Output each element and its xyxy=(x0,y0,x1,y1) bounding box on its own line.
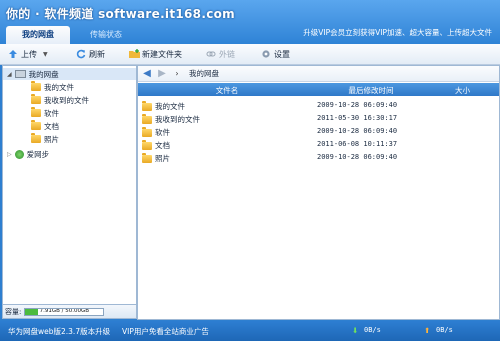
title-bar: 你的 · 软件频道 software.it168.com 我的网盘 传输状态 升… xyxy=(0,0,500,44)
storage-indicator: 容量: 7.91GB / 50.00GB xyxy=(2,304,137,319)
upload-speed: 0B/s xyxy=(436,326,453,334)
modified-time: 2009-10-28 06:09:40 xyxy=(317,153,398,161)
tab-strip: 我的网盘 传输状态 xyxy=(6,26,142,44)
tree-item-my-disk[interactable]: ◢ 我的网盘 xyxy=(3,68,136,80)
refresh-icon xyxy=(76,49,86,59)
file-name: 软件 xyxy=(155,128,170,137)
file-name: 文档 xyxy=(155,141,170,150)
vip-ad-link[interactable]: VIP用户免看全站商业广告 xyxy=(122,326,209,337)
folder-icon xyxy=(31,133,41,143)
link-icon xyxy=(206,49,216,59)
tree-item-received-files[interactable]: 我收到的文件 xyxy=(31,94,89,106)
tree-item-other[interactable]: ▷ 爱网步 xyxy=(3,148,49,160)
settings-label: 设置 xyxy=(274,49,290,59)
back-arrow-icon[interactable]: ◀ xyxy=(141,68,153,80)
tree-label: 爱网步 xyxy=(26,149,50,159)
storage-value: 7.91GB / 50.00GB xyxy=(39,307,90,314)
received-folder-icon xyxy=(142,113,152,124)
expand-icon[interactable]: ▷ xyxy=(7,151,12,158)
toolbar: 上传 ▼ 刷新 新建文件夹 外链 设置 xyxy=(0,44,500,65)
tree-label: 文档 xyxy=(44,121,59,131)
file-name: 我的文件 xyxy=(155,102,185,111)
table-row[interactable]: 我的文件 2009-10-28 06:09:40 xyxy=(138,100,499,112)
chevron-down-icon[interactable]: ▼ xyxy=(43,51,48,58)
upload-icon xyxy=(8,49,18,59)
settings-button[interactable]: 设置 xyxy=(261,48,290,60)
upload-label: 上传 xyxy=(21,49,37,59)
new-folder-button[interactable]: 新建文件夹 xyxy=(129,48,182,60)
chevron-right-icon: › xyxy=(175,68,179,78)
table-row[interactable]: 照片 2009-10-28 06:09:40 xyxy=(138,152,499,164)
new-folder-label: 新建文件夹 xyxy=(142,49,182,59)
tree-label: 我收到的文件 xyxy=(44,95,89,105)
tab-my-disk[interactable]: 我的网盘 xyxy=(6,26,70,44)
folder-icon xyxy=(142,126,152,137)
globe-icon xyxy=(14,149,24,159)
refresh-label: 刷新 xyxy=(89,49,105,59)
tree-label: 照片 xyxy=(44,134,59,144)
column-header-modified[interactable]: 最后修改时间 xyxy=(316,85,426,96)
new-folder-icon xyxy=(129,49,140,59)
folder-icon xyxy=(142,152,152,163)
modified-time: 2011-06-08 10:11:37 xyxy=(317,140,398,148)
folder-tree: ◢ 我的网盘 我的文件 我收到的文件 软件 文档 照片 ▷ 爱网步 xyxy=(2,65,137,305)
upload-button[interactable]: 上传 ▼ xyxy=(8,48,48,60)
watermark: 你的 · 软件频道 software.it168.com xyxy=(6,7,235,21)
folder-icon xyxy=(142,139,152,150)
my-files-folder-icon xyxy=(31,81,41,91)
received-folder-icon xyxy=(31,94,41,104)
tree-label: 我的文件 xyxy=(44,82,74,92)
folder-icon xyxy=(31,120,41,130)
storage-label: 容量: xyxy=(5,307,22,316)
external-link-label: 外链 xyxy=(219,49,235,59)
tree-item-software[interactable]: 软件 xyxy=(31,107,59,119)
tree-item-my-files[interactable]: 我的文件 xyxy=(31,81,74,93)
column-header-size[interactable]: 大小 xyxy=(426,85,499,96)
my-files-folder-icon xyxy=(142,100,152,111)
external-link-button[interactable]: 外链 xyxy=(206,48,235,60)
storage-bar: 7.91GB / 50.00GB xyxy=(24,307,105,316)
folder-icon xyxy=(31,107,41,117)
tab-transfer-status[interactable]: 传输状态 xyxy=(74,26,138,44)
refresh-button[interactable]: 刷新 xyxy=(76,48,105,60)
tree-item-documents[interactable]: 文档 xyxy=(31,120,59,132)
column-header-name[interactable]: 文件名 xyxy=(138,85,316,96)
version-upgrade-link[interactable]: 华为网盘web版2.3.7版本升级 xyxy=(8,326,110,337)
file-name: 我收到的文件 xyxy=(155,115,200,124)
navigation-bar: ◀ ▶ › 我的网盘 xyxy=(138,66,499,82)
breadcrumb[interactable]: 我的网盘 xyxy=(189,68,219,79)
modified-time: 2009-10-28 06:09:40 xyxy=(317,101,398,109)
tree-item-photos[interactable]: 照片 xyxy=(31,133,59,145)
tree-label: 我的网盘 xyxy=(28,69,59,79)
table-row[interactable]: 软件 2009-10-28 06:09:40 xyxy=(138,126,499,138)
modified-time: 2011-05-30 16:30:17 xyxy=(317,114,398,122)
upload-arrow-icon: ⬆ xyxy=(424,326,431,335)
tree-label: 软件 xyxy=(44,108,59,118)
file-name: 照片 xyxy=(155,154,170,163)
file-panel: ◀ ▶ › 我的网盘 文件名 最后修改时间 大小 我的文件 2009-10-28… xyxy=(137,65,500,320)
modified-time: 2009-10-28 06:09:40 xyxy=(317,127,398,135)
download-arrow-icon: ⬇ xyxy=(352,326,359,335)
forward-arrow-icon[interactable]: ▶ xyxy=(156,68,168,80)
download-speed: 0B/s xyxy=(364,326,381,334)
collapse-icon[interactable]: ◢ xyxy=(7,71,12,78)
table-row[interactable]: 文档 2011-06-08 10:11:37 xyxy=(138,139,499,151)
status-bar: 华为网盘web版2.3.7版本升级 VIP用户免看全站商业广告 ⬇ 0B/s ⬆… xyxy=(0,321,500,341)
file-table-header: 文件名 最后修改时间 大小 xyxy=(138,83,499,96)
gear-icon xyxy=(261,49,271,59)
vip-promo-link[interactable]: 升级VIP会员立刻获得VIP加速、超大容量、上传超大文件 xyxy=(303,27,492,38)
table-row[interactable]: 我收到的文件 2011-05-30 16:30:17 xyxy=(138,113,499,125)
disk-icon xyxy=(14,70,26,78)
